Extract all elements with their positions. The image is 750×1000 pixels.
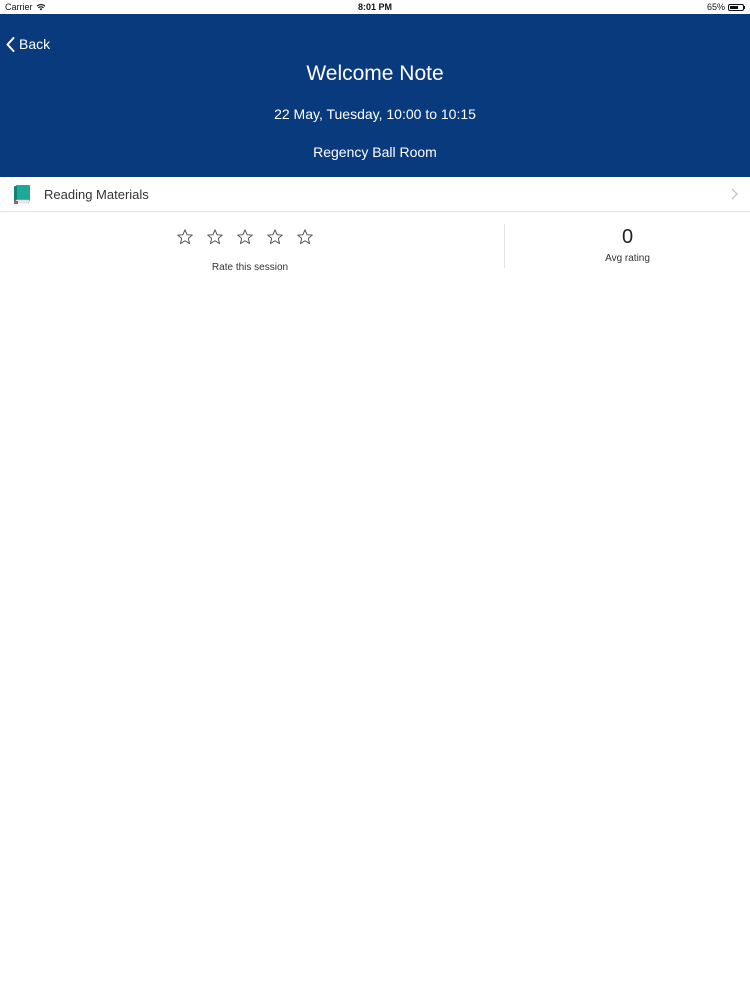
battery-icon [728,3,744,11]
star-icon[interactable] [236,228,254,246]
star-icon[interactable] [176,228,194,246]
battery-percent: 65% [706,2,725,12]
rating-section: Rate this session 0 Avg rating [0,212,750,282]
chevron-right-icon [731,188,738,200]
rate-session-label: Rate this session [211,262,289,273]
reading-materials-row[interactable]: Reading Materials [0,177,750,212]
avg-rating-value: 0 [621,226,634,248]
chevron-left-icon [6,36,15,52]
back-button[interactable]: Back [6,36,50,52]
battery-status: 65% [707,2,745,12]
star-icon[interactable] [266,228,284,246]
star-icon[interactable] [296,228,314,246]
star-rating[interactable] [176,228,314,246]
session-location: Regency Ball Room [313,144,437,160]
session-header: Back Welcome Note 22 May, Tuesday, 10:00… [0,14,750,177]
avg-rating-label: Avg rating [605,253,650,264]
status-bar: Carrier 8:01 PM 65% [0,0,750,14]
reading-materials-label: Reading Materials [44,187,149,202]
page-title: Welcome Note [306,62,444,85]
book-icon [14,185,30,204]
status-time: 8:01 PM [357,2,392,12]
session-datetime: 22 May, Tuesday, 10:00 to 10:15 [274,106,476,122]
back-label: Back [19,36,51,52]
star-icon[interactable] [206,228,224,246]
